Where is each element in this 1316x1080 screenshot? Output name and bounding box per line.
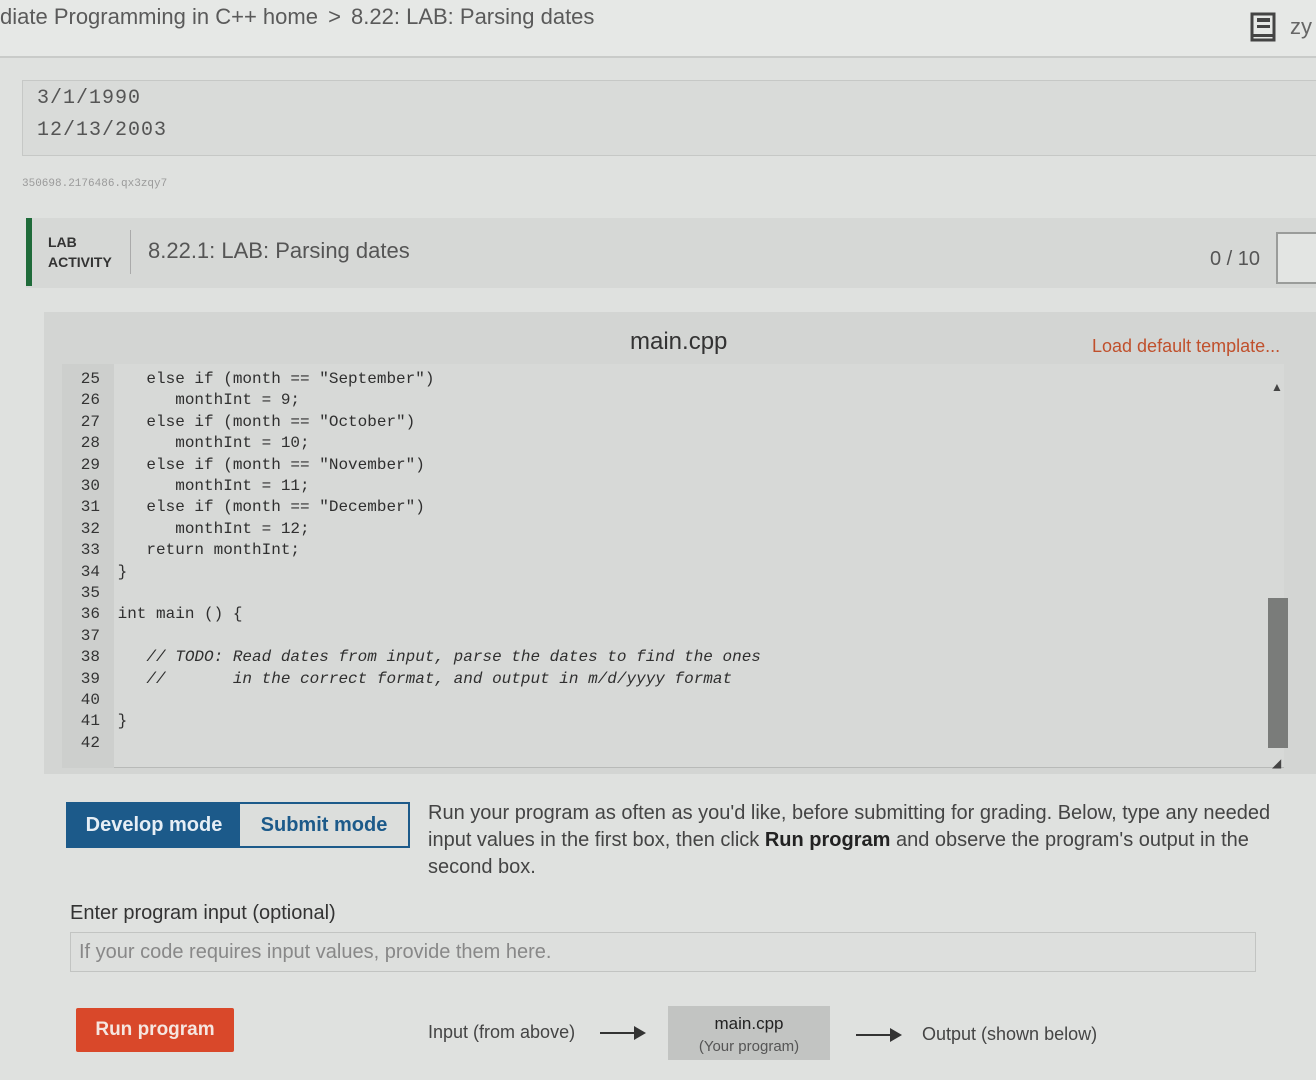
- code-text: // TODO: Read dates from input, parse th…: [108, 648, 761, 667]
- program-subtitle: (Your program): [698, 1038, 800, 1055]
- program-input-field[interactable]: [70, 932, 1256, 972]
- arrow-right-icon: [600, 1026, 646, 1040]
- code-line: 41 }: [62, 712, 962, 733]
- lab-tag-line2: ACTIVITY: [48, 254, 112, 270]
- code-text: monthInt = 11;: [108, 477, 310, 495]
- book-icon[interactable]: [1250, 12, 1278, 42]
- code-text: monthInt = 12;: [108, 519, 310, 538]
- lab-score: 0 / 10: [1210, 248, 1261, 270]
- code-line: 25 else if (month == "September"): [62, 370, 962, 391]
- example-id: 350698.2176486.qx3zqy7: [22, 178, 168, 190]
- code-line: 35: [62, 584, 962, 605]
- code-line: 34 }: [62, 563, 962, 584]
- lab-activity-header: LAB ACTIVITY 8.22.1: LAB: Parsing dates …: [26, 218, 1316, 288]
- line-number: 39: [80, 669, 100, 688]
- program-name: main.cpp: [714, 1014, 784, 1033]
- code-line: 30 monthInt = 11;: [62, 477, 962, 498]
- line-number: 25: [80, 370, 100, 388]
- top-bar: diate Programming in C++ home > 8.22: LA…: [0, 0, 1316, 58]
- code-line: 42: [62, 734, 962, 755]
- load-default-template-link[interactable]: Load default template...: [1092, 336, 1280, 357]
- resize-handle-icon[interactable]: ◢: [1272, 756, 1281, 770]
- submit-mode-button[interactable]: Submit mode: [240, 804, 408, 846]
- code-text: // in the correct format, and output in …: [108, 669, 733, 688]
- line-number: 32: [80, 519, 100, 538]
- breadcrumb: diate Programming in C++ home > 8.22: LA…: [0, 4, 594, 30]
- line-number: 42: [80, 733, 100, 752]
- line-number: 41: [80, 712, 100, 731]
- scroll-thumb[interactable]: [1268, 598, 1288, 748]
- code-line: 29 else if (month == "November"): [62, 456, 962, 477]
- code-text: monthInt = 10;: [108, 434, 310, 453]
- run-program-button[interactable]: Run program: [76, 1008, 234, 1052]
- breadcrumb-separator: >: [328, 4, 341, 29]
- code-line: 36 int main () {: [62, 605, 962, 626]
- code-line: 40: [62, 691, 962, 712]
- breadcrumb-section: 8.22: LAB: Parsing dates: [351, 4, 595, 29]
- line-number: 29: [80, 455, 100, 474]
- editor-panel: main.cpp Load default template... 25 els…: [44, 312, 1316, 774]
- develop-mode-button[interactable]: Develop mode: [68, 804, 240, 846]
- file-name: main.cpp: [630, 328, 728, 355]
- code-text: int main () {: [108, 605, 243, 624]
- line-number: 33: [80, 541, 100, 560]
- example-line: 12/13/2003: [37, 119, 168, 142]
- code-text: monthInt = 9;: [108, 391, 301, 410]
- line-number: 38: [80, 648, 100, 667]
- line-number: 27: [80, 412, 100, 431]
- code-text: }: [108, 562, 128, 581]
- code-line: 37: [62, 627, 962, 648]
- lab-title: 8.22.1: LAB: Parsing dates: [148, 238, 410, 263]
- lab-activity-tag: LAB ACTIVITY: [48, 232, 112, 272]
- code-text: else if (month == "December"): [108, 498, 425, 517]
- line-number: 34: [80, 562, 100, 581]
- code-text: else if (month == "November"): [108, 455, 425, 474]
- code-text: else if (month == "October"): [108, 412, 416, 431]
- program-input-label: Enter program input (optional): [70, 902, 336, 924]
- code-line: 26 monthInt = 9;: [62, 391, 962, 412]
- line-number: 31: [80, 498, 100, 517]
- example-line: 3/1/1990: [37, 87, 142, 110]
- code-line: 27 else if (month == "October"): [62, 413, 962, 434]
- code-line: 32 monthInt = 12;: [62, 520, 962, 541]
- example-output-box: 3/1/1990 12/13/2003: [22, 80, 1316, 156]
- lab-tag-line1: LAB: [48, 234, 77, 250]
- code-line: 28 monthInt = 10;: [62, 434, 962, 455]
- code-line: 38 // TODO: Read dates from input, parse…: [62, 648, 962, 669]
- line-number: 36: [80, 605, 100, 624]
- mode-desc-bold: Run program: [764, 829, 891, 851]
- output-flow-label: Output (shown below): [922, 1024, 1098, 1044]
- line-number: 35: [80, 584, 100, 602]
- score-completion-box: [1276, 232, 1316, 284]
- input-flow-label: Input (from above): [428, 1022, 576, 1042]
- code-editor[interactable]: 25 else if (month == "September") 26 mont…: [62, 364, 1284, 768]
- mode-description: Run your program as often as you'd like,…: [428, 800, 1288, 881]
- lab-divider: [130, 230, 131, 274]
- line-number: 37: [80, 626, 100, 645]
- arrow-right-icon: [856, 1028, 902, 1042]
- code-line: 39 // in the correct format, and output …: [62, 670, 962, 691]
- brand-logo: zy: [1290, 14, 1312, 39]
- code-line: 31 else if (month == "December"): [62, 498, 962, 519]
- code-line: 33 return monthInt;: [62, 541, 962, 562]
- lab-accent-bar: [26, 218, 32, 286]
- line-number: 26: [80, 391, 100, 410]
- breadcrumb-course-link[interactable]: diate Programming in C++ home: [0, 4, 318, 29]
- line-number: 28: [80, 434, 100, 453]
- program-box: main.cpp (Your program): [668, 1006, 830, 1060]
- line-number: 40: [80, 691, 100, 709]
- editor-scrollbar[interactable]: ▲ ◢: [1266, 372, 1292, 776]
- line-number: 30: [80, 477, 100, 495]
- code-text: else if (month == "September"): [108, 370, 435, 388]
- mode-toggle: Develop mode Submit mode: [66, 802, 410, 848]
- scroll-up-icon[interactable]: ▲: [1271, 380, 1283, 394]
- code-text: return monthInt;: [108, 541, 301, 560]
- code-text: }: [108, 712, 128, 731]
